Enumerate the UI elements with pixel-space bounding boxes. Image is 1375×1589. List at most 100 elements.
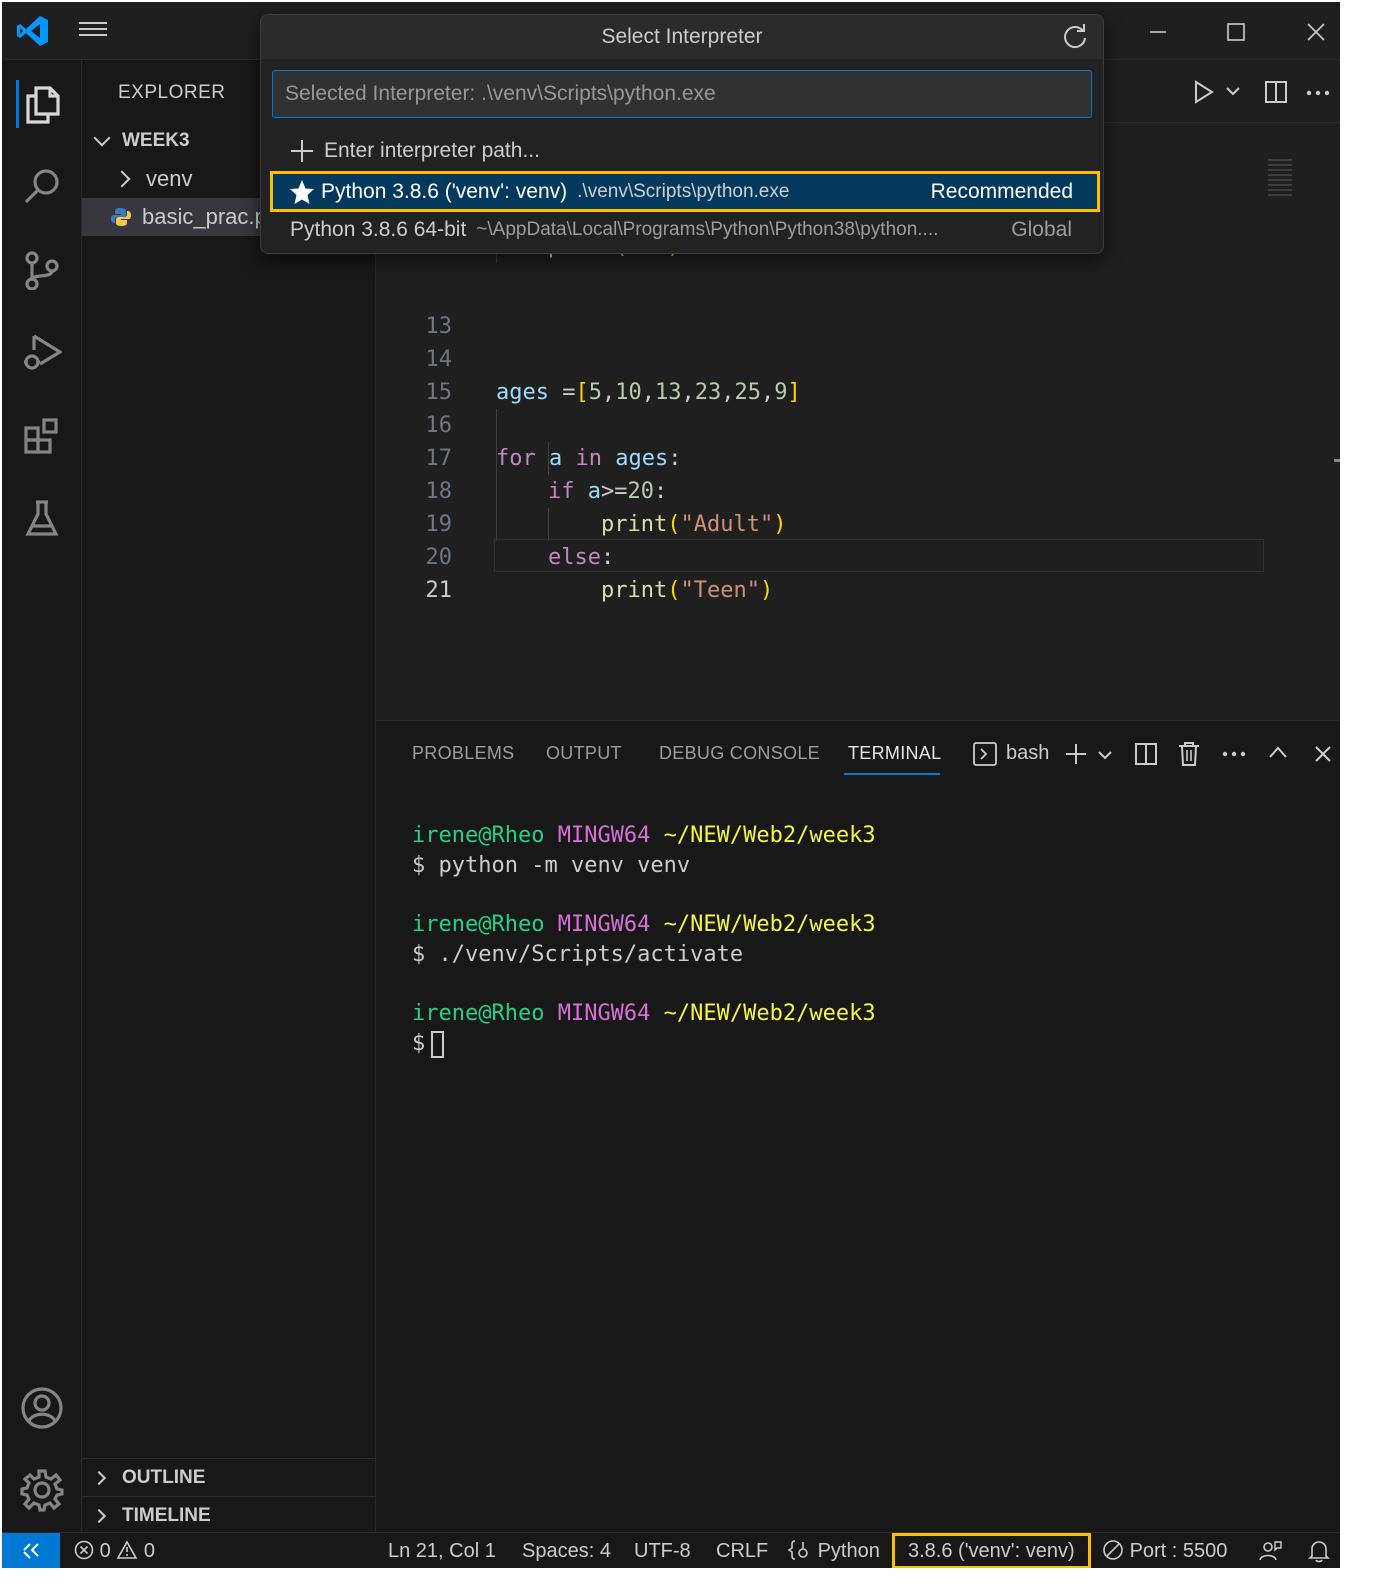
warning-count: 0 — [143, 1540, 155, 1562]
terminal-prompt-line: irene@Rheo MINGW64 ~/NEW/Web2/week3 — [412, 912, 876, 937]
global-badge: Global — [1011, 218, 1072, 241]
explorer-sidebar: EXPLORER WEEK3 venv basic_prac.py OUTLIN… — [82, 60, 376, 1532]
code-line: 17 if a>=20: — [376, 409, 1276, 504]
gear-icon[interactable] — [18, 1466, 66, 1514]
code-line: 18 print("Adult") — [376, 442, 1276, 537]
terminal-prompt-line: irene@Rheo MINGW64 ~/NEW/Web2/week3 — [412, 823, 876, 848]
chevron-right-icon — [91, 1470, 107, 1485]
section-label: TIMELINE — [122, 1504, 211, 1526]
interpreter-option-venv[interactable]: Python 3.8.6 ('venv': venv) .\venv\Scrip… — [270, 171, 1100, 212]
more-actions-icon[interactable] — [1306, 90, 1330, 96]
warning-icon — [116, 1540, 138, 1559]
live-server-status[interactable]: Port : 5500 — [1102, 1533, 1227, 1568]
port-label: Port : 5500 — [1129, 1540, 1228, 1562]
interpreter-search-input[interactable]: Selected Interpreter: .\venv\Scripts\pyt… — [272, 70, 1092, 118]
status-bar: 0 0 Ln 21, Col 1 Spaces: 4 UTF-8 CRLF Py… — [2, 1532, 1340, 1568]
line-number: 21 — [425, 578, 453, 603]
chevron-up-icon[interactable] — [1268, 745, 1288, 759]
star-icon — [290, 179, 314, 204]
chevron-right-icon — [91, 1508, 107, 1523]
tree-item-label: venv — [146, 166, 193, 191]
source-control-icon[interactable] — [18, 246, 66, 294]
error-icon — [74, 1540, 94, 1560]
vscode-logo-icon — [17, 16, 48, 46]
quickpick-title: Select Interpreter — [261, 15, 1103, 59]
chevron-down-icon[interactable] — [1098, 750, 1112, 760]
chevron-down-icon[interactable] — [1226, 86, 1240, 96]
activity-bar — [2, 60, 82, 1532]
python-interpreter-status[interactable]: 3.8.6 ('venv': venv) — [892, 1533, 1091, 1568]
language-mode[interactable]: Python — [787, 1533, 880, 1568]
enter-path-label: Enter interpreter path... — [324, 139, 540, 162]
code-text: print("Teen") — [601, 578, 774, 603]
bottom-panel: PROBLEMS OUTPUT DEBUG CONSOLE TERMINAL b… — [376, 720, 1340, 1532]
interpreter-path: .\venv\Scripts\python.exe — [577, 180, 790, 202]
language-label: Python — [817, 1540, 880, 1562]
new-terminal-icon[interactable] — [1064, 742, 1088, 766]
interpreter-option-global[interactable]: Python 3.8.6 64-bit ~\AppData\Local\Prog… — [272, 211, 1096, 249]
code-line: 20 print("Teen") — [376, 508, 1276, 603]
terminal-prompt-line: irene@Rheo MINGW64 ~/NEW/Web2/week3 — [412, 1001, 876, 1026]
section-label: OUTLINE — [122, 1466, 206, 1488]
eol-status[interactable]: CRLF — [716, 1533, 768, 1568]
chevron-right-icon — [113, 170, 131, 188]
enter-interpreter-path-item[interactable]: Enter interpreter path... — [272, 132, 1096, 170]
braces-icon — [787, 1540, 808, 1560]
code-line: 15 — [376, 343, 1276, 405]
close-panel-icon[interactable] — [1314, 745, 1332, 763]
menu-icon[interactable] — [76, 18, 110, 46]
tab-terminal[interactable]: TERMINAL — [848, 743, 941, 764]
vscode-window: EXPLORER WEEK3 venv basic_prac.py OUTLIN… — [2, 2, 1340, 1568]
notification-bell-icon[interactable] — [1308, 1539, 1330, 1563]
remote-icon — [23, 1543, 39, 1559]
testing-icon[interactable] — [18, 494, 66, 542]
minimize-icon[interactable] — [1138, 14, 1178, 50]
scrollbar-marker — [1334, 459, 1340, 462]
trash-icon[interactable] — [1178, 741, 1200, 767]
more-actions-icon[interactable] — [1222, 751, 1246, 757]
interpreter-path: ~\AppData\Local\Programs\Python\Python38… — [476, 219, 939, 240]
split-terminal-icon[interactable] — [1134, 742, 1158, 766]
run-debug-icon[interactable] — [18, 328, 66, 376]
feedback-icon[interactable] — [1258, 1540, 1282, 1562]
encoding-status[interactable]: UTF-8 — [634, 1533, 691, 1568]
no-entry-icon — [1103, 1540, 1123, 1560]
code-line: 14 ages =[5,10,13,23,25,9] — [376, 310, 1276, 405]
minimap[interactable] — [1268, 159, 1292, 199]
tab-output[interactable]: OUTPUT — [546, 743, 622, 764]
plus-icon — [291, 140, 313, 162]
split-editor-icon[interactable] — [1264, 80, 1288, 104]
refresh-icon[interactable] — [1061, 23, 1089, 51]
tab-problems[interactable]: PROBLEMS — [412, 743, 514, 764]
interpreter-label: Python 3.8.6 ('venv': venv) — [321, 179, 568, 203]
select-interpreter-quickpick: Select Interpreter Selected Interpreter:… — [260, 14, 1104, 254]
active-tab-indicator — [844, 773, 940, 775]
chevron-down-icon — [93, 129, 111, 147]
python-file-icon — [111, 208, 131, 226]
terminal-command-line: $ python -m venv venv — [412, 853, 691, 878]
error-count: 0 — [99, 1540, 111, 1562]
search-icon[interactable] — [18, 162, 66, 210]
terminal-cursor — [431, 1030, 445, 1058]
code-line: 16 for a in ages: — [376, 376, 1276, 471]
terminal-name[interactable]: bash — [1006, 742, 1049, 765]
recommended-badge: Recommended — [930, 179, 1073, 203]
indentation-status[interactable]: Spaces: 4 — [522, 1533, 611, 1568]
timeline-section[interactable]: TIMELINE — [82, 1496, 376, 1534]
sidebar-title: EXPLORER — [118, 82, 226, 103]
folder-label: WEEK3 — [122, 130, 190, 151]
account-icon[interactable] — [18, 1384, 66, 1432]
files-icon[interactable] — [16, 80, 64, 128]
code-line: 19 else: — [376, 475, 1276, 570]
problems-status[interactable]: 0 0 — [74, 1533, 155, 1568]
close-icon[interactable] — [1296, 14, 1336, 50]
outline-section[interactable]: OUTLINE — [82, 1458, 376, 1496]
maximize-icon[interactable] — [1216, 14, 1256, 50]
code-line: 13 — [376, 277, 1276, 339]
remote-indicator[interactable] — [2, 1533, 60, 1568]
tab-debug-console[interactable]: DEBUG CONSOLE — [659, 743, 820, 764]
tree-item-label: basic_prac.py — [142, 204, 278, 229]
run-icon[interactable] — [1192, 80, 1216, 104]
cursor-position[interactable]: Ln 21, Col 1 — [388, 1533, 496, 1568]
extensions-icon[interactable] — [18, 412, 66, 460]
